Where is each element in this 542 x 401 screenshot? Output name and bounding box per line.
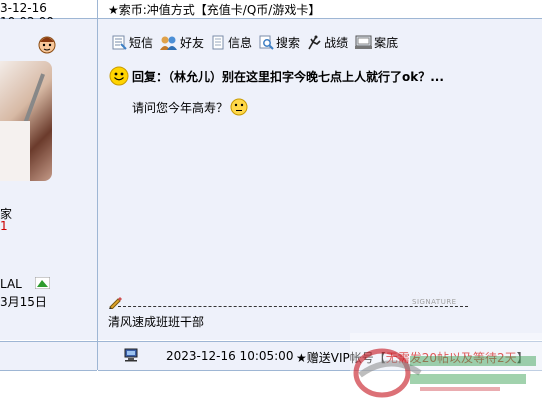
- computer-icon: [124, 348, 138, 362]
- toolbar-search-label: 搜索: [276, 36, 301, 50]
- toolbar-record-label: 案底: [374, 36, 399, 50]
- toolbar-message-button[interactable]: 短信: [112, 34, 153, 51]
- post-datetime: 2023-12-16 10:05:00: [166, 349, 294, 363]
- toolbar-info-button[interactable]: 信息: [211, 34, 252, 51]
- site-watermark-logo: [350, 333, 542, 401]
- toolbar-search-button[interactable]: 搜索: [259, 34, 300, 51]
- top-left-cell: 3-12-16 10:02:00: [0, 0, 97, 29]
- friends-icon: [160, 36, 178, 50]
- message-icon: [112, 35, 127, 50]
- toolbar-friends-button[interactable]: 好友: [160, 34, 204, 51]
- sidebar-register-date: 3月15日: [0, 295, 47, 309]
- smiley-icon: [109, 66, 129, 86]
- sidebar-red-fragment: 1: [0, 219, 8, 233]
- post-body-row: 请问您今年高寿？: [132, 98, 248, 116]
- toolbar-record-button[interactable]: 案底: [355, 34, 398, 51]
- toolbar-friends-label: 好友: [180, 36, 205, 50]
- top-right-cell: ★索币:冲值方式【充值卡/Q币/游戏卡】: [98, 0, 542, 19]
- signature-divider: [118, 306, 468, 307]
- toolbar-stats-button[interactable]: 战绩: [307, 34, 348, 51]
- bottom-left-cell: [0, 341, 97, 371]
- thinking-emoji-icon: [230, 98, 248, 116]
- user-sidebar: 家 1 LAL 3月15日: [0, 19, 97, 340]
- toolbar-message-label: 短信: [129, 36, 154, 50]
- post-content-area: 短信 好友 信息 搜索 战绩 案底 回复：（林允儿）别在这里扣字今晚七点上人就行…: [98, 19, 542, 340]
- toolbar-stats-label: 战绩: [324, 36, 349, 50]
- sidebar-username-fragment[interactable]: LAL: [0, 277, 22, 291]
- record-icon: [355, 35, 373, 49]
- post-title-row: 回复：（林允儿）别在这里扣字今晚七点上人就行了ok？...: [109, 66, 444, 86]
- avatar[interactable]: [0, 61, 52, 181]
- search-icon: [259, 35, 274, 50]
- stats-icon: [308, 35, 321, 50]
- signature-tag: SIGNATURE: [412, 298, 457, 306]
- info-icon: [212, 35, 224, 50]
- post-title: 回复：（林允儿）别在这里扣字今晚七点上人就行了ok？...: [132, 69, 444, 84]
- recharge-ad-link[interactable]: ★索币:冲值方式【充值卡/Q币/游戏卡】: [108, 1, 320, 18]
- post-toolbar: 短信 好友 信息 搜索 战绩 案底: [112, 34, 405, 51]
- post-body: 请问您今年高寿？: [132, 100, 229, 115]
- toolbar-info-label: 信息: [228, 36, 253, 50]
- signature-text: 清风速成班班干部: [108, 315, 205, 329]
- rank-badge-icon: [35, 277, 50, 289]
- user-status-face-icon: [38, 36, 56, 54]
